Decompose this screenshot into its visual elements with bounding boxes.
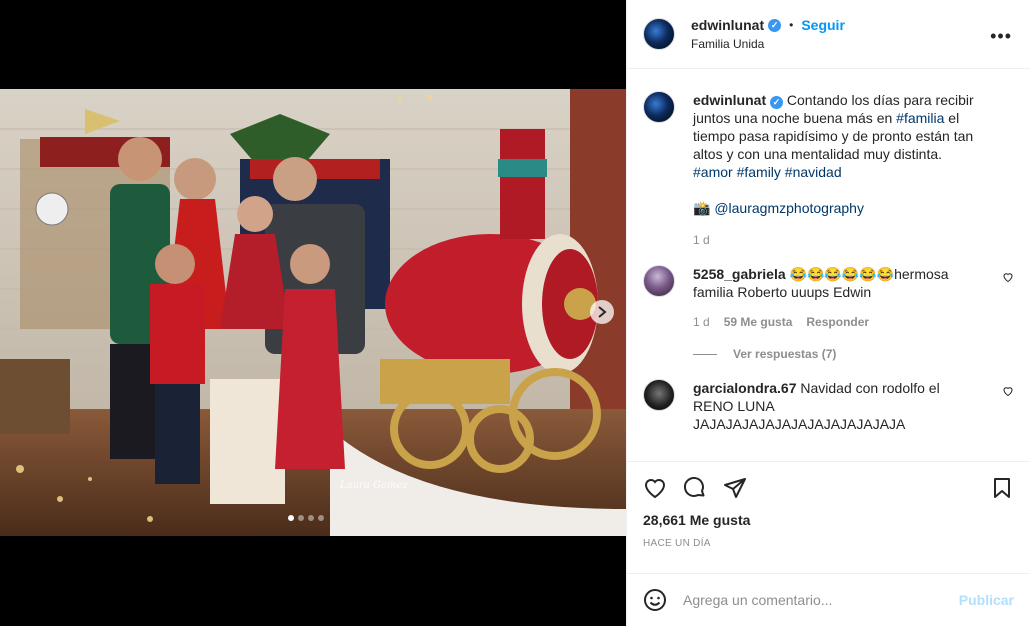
comment-time: 1 d: [693, 315, 710, 329]
commenter-avatar[interactable]: [643, 379, 675, 411]
more-options-icon[interactable]: •••: [990, 26, 1012, 47]
comment-likes[interactable]: 59 Me gusta: [724, 313, 793, 331]
save-bookmark-icon[interactable]: [990, 476, 1014, 500]
post-location[interactable]: Familia Unida: [691, 37, 845, 51]
author-avatar[interactable]: [643, 18, 675, 50]
separator: •: [789, 18, 794, 32]
like-comment-heart-icon[interactable]: [1002, 271, 1014, 283]
carousel-dot: [298, 515, 304, 521]
replies-divider: [693, 353, 717, 355]
add-comment-bar: Publicar: [627, 573, 1030, 626]
post-actions: 28,661 Me gusta HACE UN DÍA: [627, 461, 1030, 573]
post-side-panel: edwinlunat ✓ • Seguir Familia Unida ••• …: [626, 0, 1030, 626]
like-heart-icon[interactable]: [643, 476, 667, 500]
carousel-dot: [318, 515, 324, 521]
author-info: edwinlunat ✓ • Seguir Familia Unida: [691, 17, 845, 51]
verified-badge-icon: ✓: [768, 18, 782, 32]
post-timestamp[interactable]: HACE UN DÍA: [643, 538, 1014, 549]
emoji-smiley-icon[interactable]: [643, 588, 667, 612]
verified-badge-icon: ✓: [770, 95, 784, 109]
action-icons: [643, 474, 1014, 502]
comment-meta: 1 d 59 Me gusta Responder: [693, 313, 983, 331]
carousel-dot: [308, 515, 314, 521]
caption-meta: 1 d: [693, 231, 993, 249]
post-media: Laura Gomez: [0, 0, 626, 626]
caption-hashtags[interactable]: #amor #family #navidad: [693, 163, 993, 181]
post-header: edwinlunat ✓ • Seguir Familia Unida •••: [627, 0, 1030, 69]
caption-avatar[interactable]: [643, 91, 675, 123]
caption-username[interactable]: edwinlunat: [693, 92, 766, 108]
chevron-right-icon: [598, 306, 607, 318]
comment-bubble-icon[interactable]: [683, 476, 707, 500]
photographer-watermark: Laura Gomez: [340, 480, 408, 491]
carousel-indicator: [288, 515, 324, 521]
view-replies-label: Ver respuestas (7): [733, 347, 837, 361]
photographer-mention[interactable]: @lauragmzphotography: [714, 200, 864, 216]
hashtag-link[interactable]: #familia: [896, 110, 944, 126]
post-photo[interactable]: [0, 89, 626, 536]
comment-item: 5258_gabriela 😂😂😂😂😂😂hermosa familia Robe…: [643, 265, 1014, 331]
camera-emoji: 📸: [693, 200, 711, 216]
comments-list: edwinlunat ✓ Contando los días para reci…: [627, 69, 1030, 461]
likes-count[interactable]: 28,661 Me gusta: [643, 512, 1014, 528]
family-christmas-photo: [0, 89, 626, 536]
publish-button[interactable]: Publicar: [959, 592, 1014, 608]
share-paper-plane-icon[interactable]: [723, 476, 747, 500]
commenter-avatar[interactable]: [643, 265, 675, 297]
view-replies-button[interactable]: Ver respuestas (7): [693, 347, 1014, 361]
author-username[interactable]: edwinlunat: [691, 17, 764, 33]
follow-button[interactable]: Seguir: [801, 17, 845, 33]
instagram-post-view: Laura Gomez edwinlunat ✓ • Seguir Famili…: [0, 0, 1030, 626]
commenter-username[interactable]: garcialondra.67: [693, 380, 797, 396]
carousel-dot: [288, 515, 294, 521]
caption: edwinlunat ✓ Contando los días para reci…: [643, 91, 1014, 249]
next-slide-button[interactable]: [590, 300, 614, 324]
comment-input[interactable]: [683, 592, 959, 608]
caption-time: 1 d: [693, 233, 710, 247]
like-comment-heart-icon[interactable]: [1002, 385, 1014, 397]
reply-button[interactable]: Responder: [806, 313, 869, 331]
comment-item: garcialondra.67 Navidad con rodolfo el R…: [643, 379, 1014, 433]
commenter-username[interactable]: 5258_gabriela: [693, 266, 786, 282]
